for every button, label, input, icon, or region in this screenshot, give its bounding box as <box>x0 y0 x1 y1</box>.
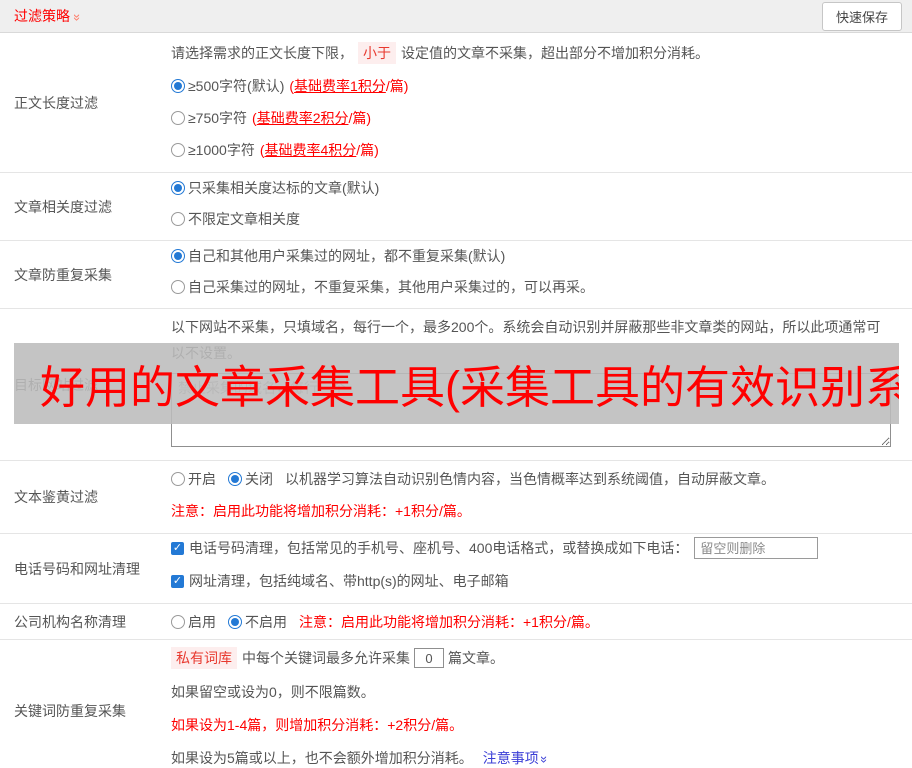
dup-option-own[interactable]: 自己采集过的网址，不重复采集，其他用户采集过的，可以再采。 <box>171 277 904 297</box>
watermark-banner: 好用的文章采集工具(采集工具的有效识别系 <box>14 343 899 424</box>
filter-strategy-page: 过滤策略 » 快速保存 正文长度过滤 请选择需求的正文长度下限， 小于 设定值的… <box>0 0 912 768</box>
row-label: 关键词防重复采集 <box>14 702 126 719</box>
chevron-down-icon: » <box>70 13 86 21</box>
watermark-text: 好用的文章采集工具(采集工具的有效识别系 <box>40 362 899 413</box>
keyword-dup-line2: 如果留空或设为0，则不限篇数。 <box>171 684 375 700</box>
radio-icon[interactable] <box>171 615 185 629</box>
radio-icon[interactable] <box>171 143 185 157</box>
radio-icon[interactable] <box>171 212 185 226</box>
radio-selected-icon[interactable] <box>228 472 242 486</box>
private-lexicon-badge: 私有词库 <box>171 647 237 669</box>
porn-filter-desc: 以机器学习算法自动识别色情内容，当色情概率达到系统阈值，自动屏蔽文章。 <box>285 471 775 487</box>
relevance-option-any[interactable]: 不限定文章相关度 <box>171 209 904 229</box>
row-length-filter: 正文长度过滤 请选择需求的正文长度下限， 小于 设定值的文章不采集，超出部分不增… <box>0 33 912 173</box>
fee-note: (基础费率4积分/篇) <box>259 142 379 158</box>
company-clean-on-option[interactable]: 启用 <box>171 612 216 632</box>
quick-save-button[interactable]: 快速保存 <box>821 1 902 31</box>
replace-phone-input[interactable] <box>694 537 819 559</box>
fee-note: (基础费率2积分/篇) <box>252 110 372 126</box>
relevance-option-strict[interactable]: 只采集相关度达标的文章(默认) <box>171 178 904 198</box>
phone-clean-text: 电话号码清理，包括常见的手机号、座机号、400电话格式，或替换成如下电话： <box>189 540 689 556</box>
row-label: 正文长度过滤 <box>14 94 98 111</box>
checkbox-checked-icon[interactable]: ✓ <box>171 541 184 555</box>
top-bar: 过滤策略 » 快速保存 <box>0 0 912 33</box>
radio-selected-icon[interactable] <box>171 249 185 263</box>
notes-link[interactable]: 注意事项 » <box>483 748 552 768</box>
fee-note: (基础费率1积分/篇) <box>289 78 409 94</box>
page-title-text: 过滤策略 <box>14 8 70 24</box>
row-relevance-filter: 文章相关度过滤 只采集相关度达标的文章(默认) 不限定文章相关度 <box>0 173 912 241</box>
dup-option-global[interactable]: 自己和其他用户采集过的网址，都不重复采集(默认) <box>171 246 904 266</box>
keyword-dup-line3: 如果设为1-4篇，则增加积分消耗：+2积分/篇。 <box>171 717 464 733</box>
row-label: 电话号码和网址清理 <box>14 560 140 577</box>
porn-filter-off-option[interactable]: 关闭 <box>228 469 273 489</box>
length-option-500[interactable]: ≥500字符(默认) (基础费率1积分/篇) <box>171 76 904 96</box>
row-phone-url-clean: 电话号码和网址清理 ✓ 电话号码清理，包括常见的手机号、座机号、400电话格式，… <box>0 534 912 604</box>
url-clean-text: 网址清理，包括纯域名、带http(s)的网址、电子邮箱 <box>189 573 509 589</box>
radio-icon[interactable] <box>171 472 185 486</box>
radio-icon[interactable] <box>171 280 185 294</box>
porn-filter-note: 注意：启用此功能将增加积分消耗：+1积分/篇。 <box>171 503 471 519</box>
row-label: 文本鉴黄过滤 <box>14 489 98 505</box>
length-option-750[interactable]: ≥750字符 (基础费率2积分/篇) <box>171 108 904 128</box>
max-collect-count-input[interactable] <box>414 648 444 668</box>
company-clean-note: 注意：启用此功能将增加积分消耗：+1积分/篇。 <box>299 614 599 630</box>
keyword-dup-line4: 如果设为5篇或以上，也不会额外增加积分消耗。 <box>171 750 473 766</box>
row-keyword-dup: 关键词防重复采集 私有词库 中每个关键词最多允许采集 篇文章。 如果留空或设为0… <box>0 640 912 768</box>
less-than-highlight: 小于 <box>358 42 396 64</box>
porn-filter-on-option[interactable]: 开启 <box>171 469 216 489</box>
row-label: 文章防重复采集 <box>14 266 112 283</box>
company-clean-off-option[interactable]: 不启用 <box>228 612 287 632</box>
radio-selected-icon[interactable] <box>171 79 185 93</box>
radio-selected-icon[interactable] <box>171 181 185 195</box>
length-filter-desc: 请选择需求的正文长度下限， 小于 设定值的文章不采集，超出部分不增加积分消耗。 <box>171 42 904 64</box>
row-label: 公司机构名称清理 <box>14 613 126 630</box>
page-title[interactable]: 过滤策略 » <box>14 6 86 26</box>
row-porn-filter: 文本鉴黄过滤 开启 关闭 以机器学习算法自动识别色情内容，当色情概率达到系统阈值… <box>0 461 912 534</box>
length-option-1000[interactable]: ≥1000字符 (基础费率4积分/篇) <box>171 140 904 160</box>
row-dup-collect: 文章防重复采集 自己和其他用户采集过的网址，都不重复采集(默认) 自己采集过的网… <box>0 241 912 309</box>
row-label: 文章相关度过滤 <box>14 198 112 215</box>
row-company-clean: 公司机构名称清理 启用 不启用 注意：启用此功能将增加积分消耗：+1积分/篇。 <box>0 604 912 640</box>
chevron-down-icon: » <box>536 755 552 763</box>
radio-icon[interactable] <box>171 111 185 125</box>
checkbox-checked-icon[interactable]: ✓ <box>171 574 184 588</box>
radio-selected-icon[interactable] <box>228 615 242 629</box>
